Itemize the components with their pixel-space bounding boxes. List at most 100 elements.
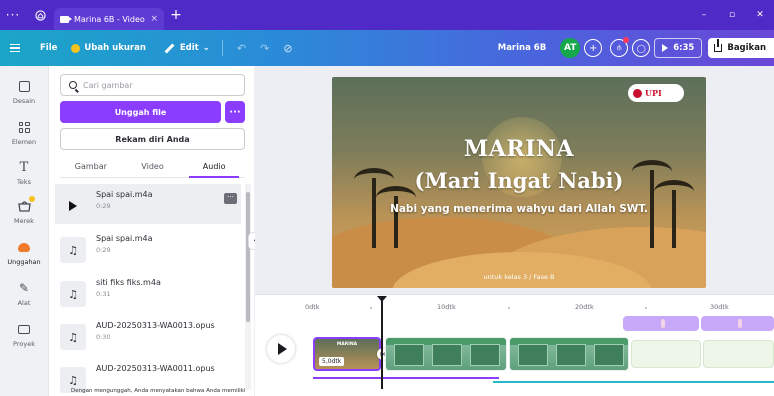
browser-tab-title: Marina 6B - Video [74,14,145,24]
share-button[interactable]: Bagikan [708,38,774,58]
audio-track-purple[interactable] [313,377,499,379]
rail-label: Teks [16,178,31,186]
scene-clip[interactable] [509,337,629,371]
search-input[interactable] [83,80,233,90]
timeline-play-button[interactable] [267,335,295,363]
undo-button[interactable]: ↶ [237,42,246,55]
rail-label: Unggahan [7,258,41,266]
upload-more-button[interactable]: ··· [225,101,245,123]
file-menu-label: File [40,43,58,53]
timeline: 0dtk 10dtk 20dtk 30dtk MARINA 5,0dtk ⋈ [255,294,774,396]
rail-item-projects[interactable]: Proyek [0,321,48,359]
panel-scrollbar[interactable] [245,184,251,390]
tab-audio[interactable]: Audio [183,156,245,178]
media-tabs: Gambar Video Audio [60,156,245,178]
audio-thumbnail[interactable] [60,193,86,219]
elements-icon [16,119,32,135]
music-note-icon: ♫ [68,330,78,344]
premium-badge-icon [29,196,35,202]
playhead[interactable] [377,296,387,389]
scene-clip[interactable]: MARINA 5,0dtk [313,337,381,371]
tick-label: 10dtk [437,303,456,311]
tick-label: 20dtk [575,303,594,311]
audio-thumbnail: ♫ [60,281,86,307]
record-yourself-button[interactable]: Rekam diri Anda [60,128,245,150]
tick-mark [370,307,372,309]
slide-title[interactable]: MARINA [332,136,706,162]
list-item[interactable]: ♫ Spai spai.m4a 0:29 [55,228,241,268]
list-item[interactable]: ♫ AUD-20250313-WA0013.opus 0:30 [55,315,241,355]
audio-name: AUD-20250313-WA0011.opus [96,364,215,373]
audio-more-button[interactable]: ··· [224,193,237,204]
minimize-button[interactable]: – [690,10,718,20]
tick-label: 0dtk [305,303,320,311]
scene-clip[interactable] [703,340,774,368]
share-icon [714,39,723,52]
browser-tab[interactable]: Marina 6B - Video × [54,8,164,30]
rail-item-uploads[interactable]: Unggahan [0,239,48,277]
rail-item-brand[interactable]: Merek [0,196,48,236]
music-note-icon: ♫ [68,287,78,301]
clip-caption: MARINA [336,342,358,347]
project-name[interactable]: Marina 6B [498,43,546,53]
tab-images[interactable]: Gambar [60,156,122,177]
element-track-block[interactable] [623,316,699,331]
list-item[interactable]: ♫ siti fiks fiks.m4a 0:31 [55,272,241,312]
pencil-icon [164,43,175,53]
uploads-icon [16,239,32,255]
play-icon [69,201,77,211]
home-icon[interactable] [26,0,54,30]
rail-label: Elemen [11,138,37,146]
resize-button[interactable]: Ubah ukuran [71,43,146,53]
brand-icon [16,196,35,214]
editor-toolbar: File Ubah ukuran Edit ⌄ ↶ ↷ ⊘ Marina 6B … [0,30,774,66]
rail-item-design[interactable]: Desain [0,78,48,116]
audio-track-teal[interactable] [493,381,774,383]
edit-menu[interactable]: Edit ⌄ [164,43,210,53]
search-box[interactable] [60,74,245,96]
scene-clip[interactable] [385,337,507,371]
audio-duration: 0:29 [96,202,111,210]
hamburger-menu-icon[interactable] [0,30,30,66]
analytics-icon: ⫛ [616,43,622,52]
play-preview-button[interactable]: 6:35 [654,38,703,58]
rail-item-elements[interactable]: Elemen [0,119,48,157]
upload-file-button[interactable]: Unggah file [60,101,221,123]
video-favicon-icon [60,15,72,23]
tools-icon: ✎ [18,281,30,295]
maximize-button[interactable]: ▫ [718,10,746,20]
analytics-button[interactable]: ⫛ [610,37,630,57]
file-menu[interactable]: File [40,43,57,53]
rail-item-text[interactable]: T Teks [0,159,48,197]
element-track-block[interactable] [701,316,774,331]
toolbar-right-group: Marina 6B AT + ⫛ ◯ 6:35 Bagikan [498,30,774,66]
play-icon [662,44,669,52]
resize-label: Ubah ukuran [84,43,146,53]
tab-videos[interactable]: Video [122,156,184,177]
comment-icon: ◯ [636,43,646,53]
clip-duration-badge: 5,0dtk [319,357,345,366]
redo-button[interactable]: ↷ [260,42,269,55]
rail-item-tools[interactable]: ✎ Alat [0,280,48,318]
avatar[interactable]: AT [560,38,581,58]
tick-label: 30dtk [710,303,729,311]
slide-description[interactable]: Nabi yang menerima wahyu dari Allah SWT. [332,203,706,215]
left-rail: Desain Elemen T Teks Merek Unggahan ✎ Al… [0,66,48,396]
browser-menu-button[interactable]: ··· [0,0,26,30]
tick-mark [508,307,510,309]
sync-status-icon[interactable]: ⊘ [283,42,292,55]
scene-clip[interactable] [631,340,701,368]
add-collaborator-button[interactable]: + [584,39,603,57]
close-tab-icon[interactable]: × [150,14,158,24]
close-window-button[interactable]: ✕ [746,10,774,20]
comment-button[interactable]: ◯ [632,39,651,57]
audio-name: AUD-20250313-WA0013.opus [96,321,215,330]
browser-tab-bar: ··· Marina 6B - Video × + – ▫ ✕ [0,0,774,30]
list-item[interactable]: Spai spai.m4a 0:29 ··· [55,184,241,224]
slide-subtitle[interactable]: (Mari Ingat Nabi) [332,168,706,193]
new-tab-button[interactable]: + [164,0,188,30]
slide-class-label[interactable]: untuk kelas 3 / Fase B [332,273,706,281]
scrollbar-thumb[interactable] [246,192,250,322]
slide-canvas[interactable]: UPI MARINA (Mari Ingat Nabi) Nabi yang m… [332,77,706,288]
audio-name: Spai spai.m4a [96,234,153,243]
